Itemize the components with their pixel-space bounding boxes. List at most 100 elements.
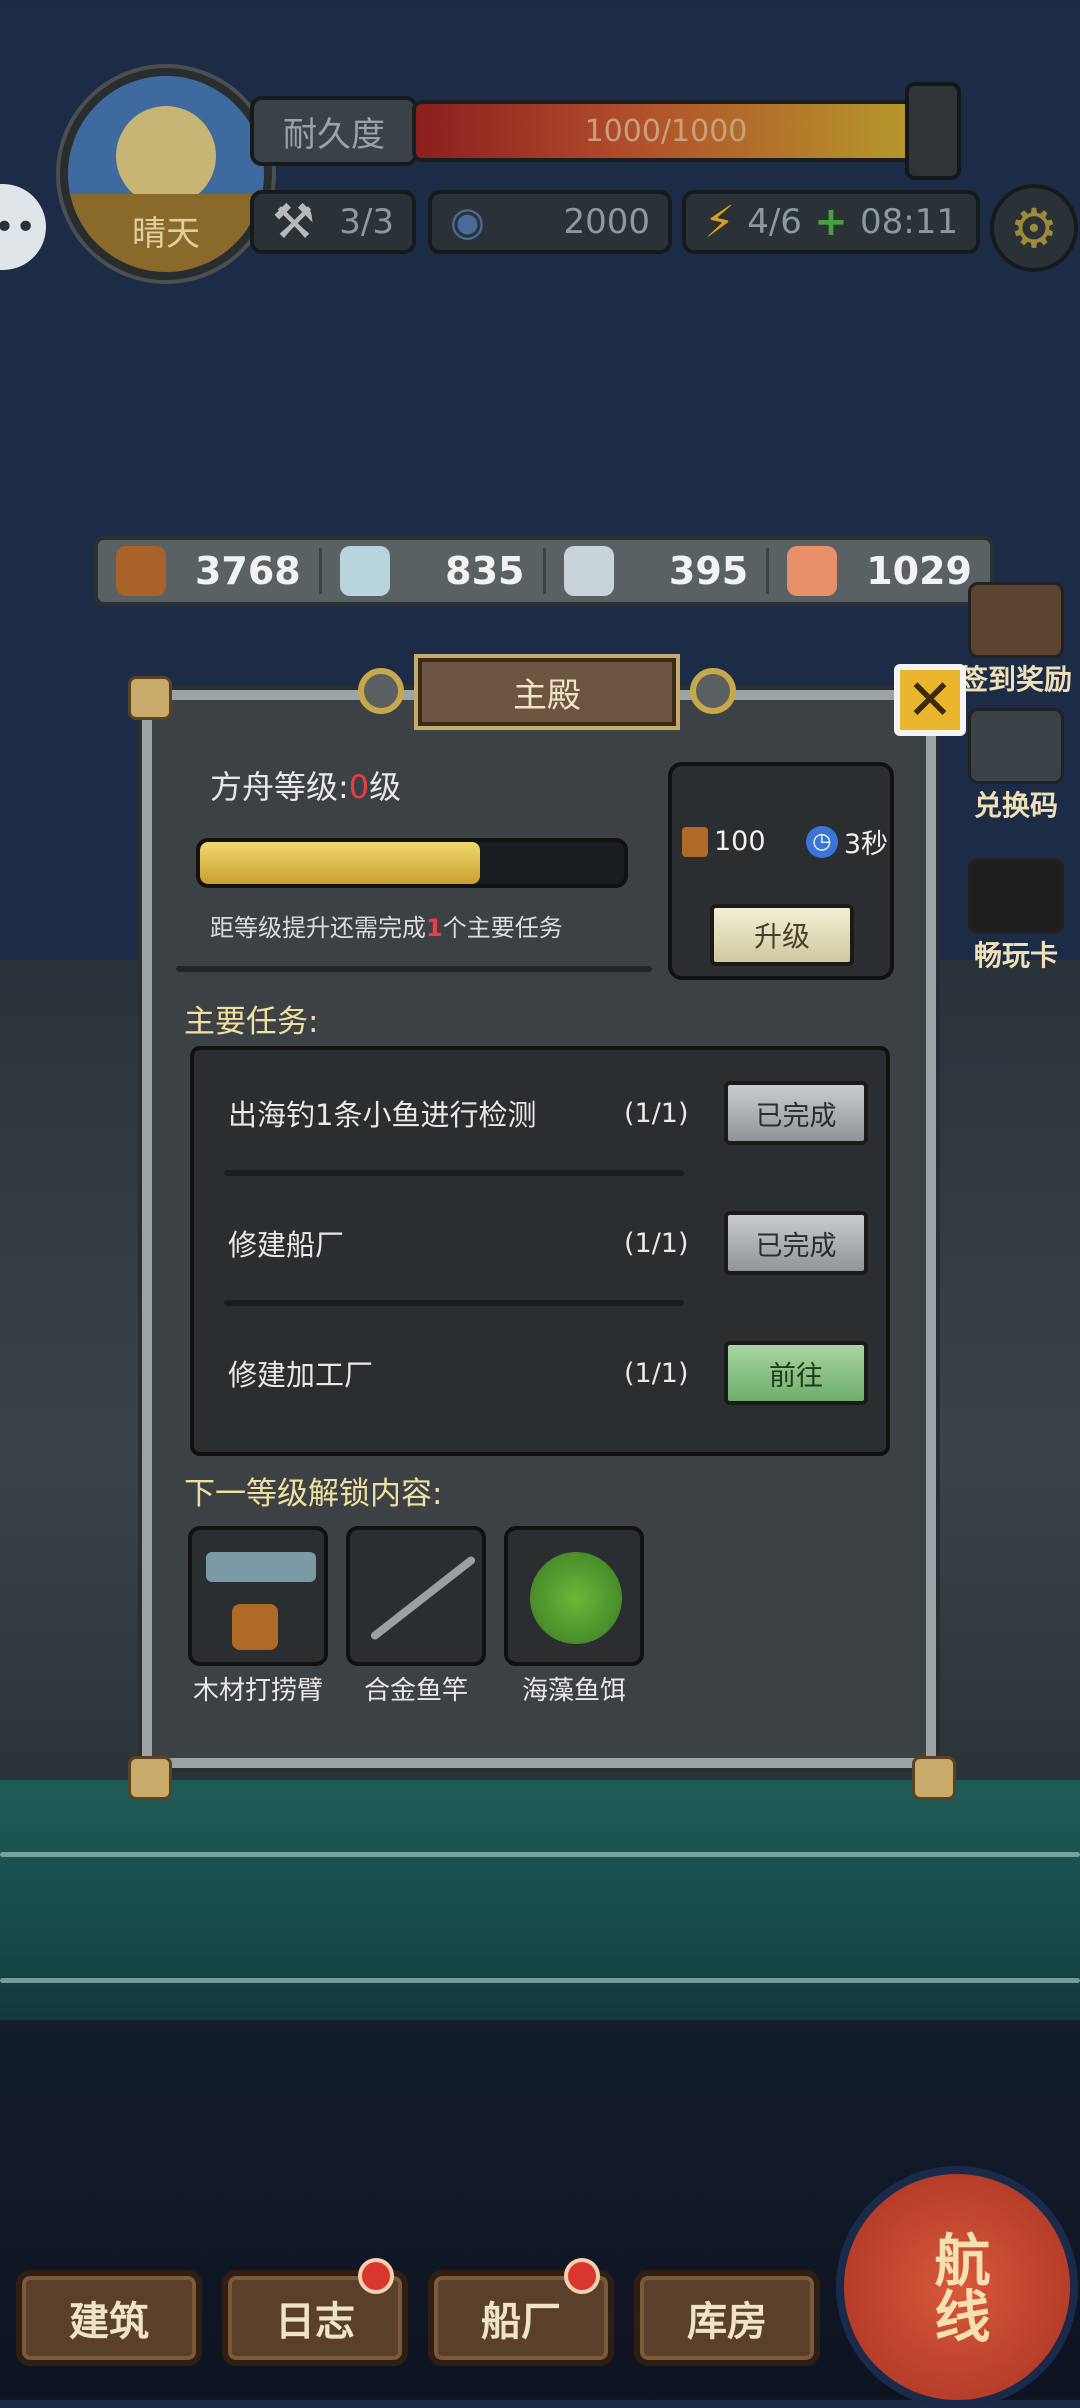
hammer-wrench-icon: ⚒ xyxy=(272,194,316,250)
task-completed-button[interactable]: 已完成 xyxy=(724,1081,868,1145)
task-count: (1/1) xyxy=(624,1357,689,1389)
task-item: 修建船厂 (1/1) 已完成 xyxy=(228,1208,868,1278)
nav-label: 建筑 xyxy=(69,2299,149,2345)
weather-label: 晴天 xyxy=(132,214,200,254)
energy-timer: 08:11 xyxy=(859,202,958,242)
unlock-label: 海藻鱼饵 xyxy=(521,1676,626,1706)
energy-value: 4/6 xyxy=(747,202,802,242)
nav-shipyard-button[interactable]: 船厂 xyxy=(428,2258,614,2366)
signin-reward-button[interactable]: 签到奖励 xyxy=(952,582,1080,698)
task-name: 修建船厂 xyxy=(228,1228,345,1262)
unlock-label: 木材打捞臂 xyxy=(192,1676,323,1706)
main-tasks-title: 主要任务: xyxy=(184,1004,319,1040)
dialog-corner xyxy=(128,676,172,720)
sea-background xyxy=(0,1780,1080,2020)
task-divider xyxy=(224,1170,684,1176)
dialog-title: 主殿 xyxy=(418,658,676,726)
coin-icon: ◉ xyxy=(450,199,485,245)
unlock-label: 合金鱼竿 xyxy=(363,1676,468,1706)
nav-storage-button[interactable]: 库房 xyxy=(634,2270,820,2366)
treasure-chest-icon xyxy=(968,582,1064,658)
wood-log-icon xyxy=(682,826,708,857)
upgrade-button[interactable]: 升级 xyxy=(710,904,854,966)
durability-value: 1000/1000 xyxy=(584,113,748,149)
nav-label: 日志 xyxy=(275,2299,355,2345)
ark-level: 方舟等级:0级 xyxy=(210,762,401,808)
nav-label: 船厂 xyxy=(481,2299,561,2345)
wave-line xyxy=(0,1978,1080,1983)
gear-icon[interactable]: ⚙ xyxy=(990,184,1078,272)
nav-label: 库房 xyxy=(687,2299,767,2345)
coins-counter[interactable]: ◉ 2000 xyxy=(428,190,672,254)
resource-value: 395 xyxy=(668,549,749,593)
task-item: 出海钓1条小鱼进行检测 (1/1) 已完成 xyxy=(228,1078,868,1148)
signin-label: 签到奖励 xyxy=(959,663,1072,696)
task-completed-button[interactable]: 已完成 xyxy=(724,1211,868,1275)
close-icon[interactable]: ✕ xyxy=(894,664,966,736)
wood-cost: 100 xyxy=(682,826,766,857)
redeem-code-button[interactable]: 兑换码 xyxy=(952,708,1080,824)
dialog-corner xyxy=(128,1756,172,1800)
redeem-label: 兑换码 xyxy=(973,789,1058,822)
task-list: 出海钓1条小鱼进行检测 (1/1) 已完成 修建船厂 (1/1) 已完成 修建加… xyxy=(190,1046,890,1456)
durability-bar-cap xyxy=(905,82,961,180)
seaweed-bait-icon xyxy=(504,1526,644,1666)
resource-iron: 395 xyxy=(546,546,770,596)
desc-prefix: 距等级提升还需完成 xyxy=(210,914,426,942)
resource-wood: 3768 xyxy=(98,546,322,596)
notification-dot xyxy=(358,2258,394,2294)
add-energy-icon[interactable]: + xyxy=(814,199,848,245)
desc-count: 1 xyxy=(426,914,443,942)
unlock-item[interactable]: 海藻鱼饵 xyxy=(504,1526,644,1708)
level-requirement-text: 距等级提升还需完成1个主要任务 xyxy=(210,908,563,943)
level-progress-fill xyxy=(200,842,480,884)
durability-label: 耐久度 xyxy=(250,96,418,166)
pass-label: 畅玩卡 xyxy=(973,939,1058,972)
task-name: 修建加工厂 xyxy=(228,1358,374,1392)
stone-stump-icon xyxy=(339,546,390,596)
task-count: (1/1) xyxy=(624,1097,689,1129)
nav-build-button[interactable]: 建筑 xyxy=(16,2270,202,2366)
task-count: (1/1) xyxy=(624,1227,689,1259)
lightning-icon: ⚡ xyxy=(704,196,735,248)
tools-value: 3/3 xyxy=(339,202,394,242)
task-name: 出海钓1条小鱼进行检测 xyxy=(228,1098,537,1132)
resource-value: 835 xyxy=(445,549,525,593)
ticket-icon xyxy=(968,708,1064,784)
wave-line xyxy=(0,1852,1080,1857)
title-ring-right xyxy=(690,668,736,714)
pass-card-icon xyxy=(968,858,1064,934)
unlock-item[interactable]: 合金鱼竿 xyxy=(346,1526,486,1708)
dialog-corner xyxy=(912,1756,956,1800)
desc-suffix: 个主要任务 xyxy=(442,914,563,942)
salvage-arm-icon xyxy=(188,1526,328,1666)
task-go-button[interactable]: 前往 xyxy=(724,1341,868,1405)
route-button[interactable]: 航线 xyxy=(836,2166,1078,2408)
resource-value: 3768 xyxy=(194,549,301,593)
clock-icon: ◷ xyxy=(805,825,838,858)
unlock-title: 下一等级解锁内容: xyxy=(184,1476,443,1512)
sun-icon xyxy=(116,106,216,206)
coins-value: 2000 xyxy=(563,202,650,242)
resource-stone: 835 xyxy=(322,546,546,596)
cost-row: 100 ◷ 3秒 xyxy=(682,822,888,861)
tools-counter[interactable]: ⚒ 3/3 xyxy=(250,190,416,254)
iron-ingot-icon xyxy=(563,546,614,596)
notification-dot xyxy=(564,2258,600,2294)
task-divider xyxy=(224,1300,684,1306)
weather-indicator[interactable]: 晴天 xyxy=(60,68,272,280)
title-ring-left xyxy=(358,668,404,714)
task-item: 修建加工厂 (1/1) 前往 xyxy=(228,1338,868,1408)
unlock-item[interactable]: 木材打捞臂 xyxy=(188,1526,328,1708)
nav-log-button[interactable]: 日志 xyxy=(222,2258,408,2366)
fishing-rod-icon xyxy=(346,1526,486,1666)
energy-counter[interactable]: ⚡ 4/6 + 08:11 xyxy=(682,190,980,254)
chat-bubble-icon[interactable]: •• xyxy=(0,184,46,270)
durability-bar: 1000/1000 xyxy=(412,100,920,162)
time-cost: ◷ 3秒 xyxy=(805,822,888,861)
level-unit: 级 xyxy=(369,768,402,806)
time-cost-value: 3秒 xyxy=(843,829,888,860)
fish-meat-icon xyxy=(787,546,838,596)
play-pass-button[interactable]: 畅玩卡 xyxy=(952,858,1080,974)
wood-log-icon xyxy=(116,546,166,596)
